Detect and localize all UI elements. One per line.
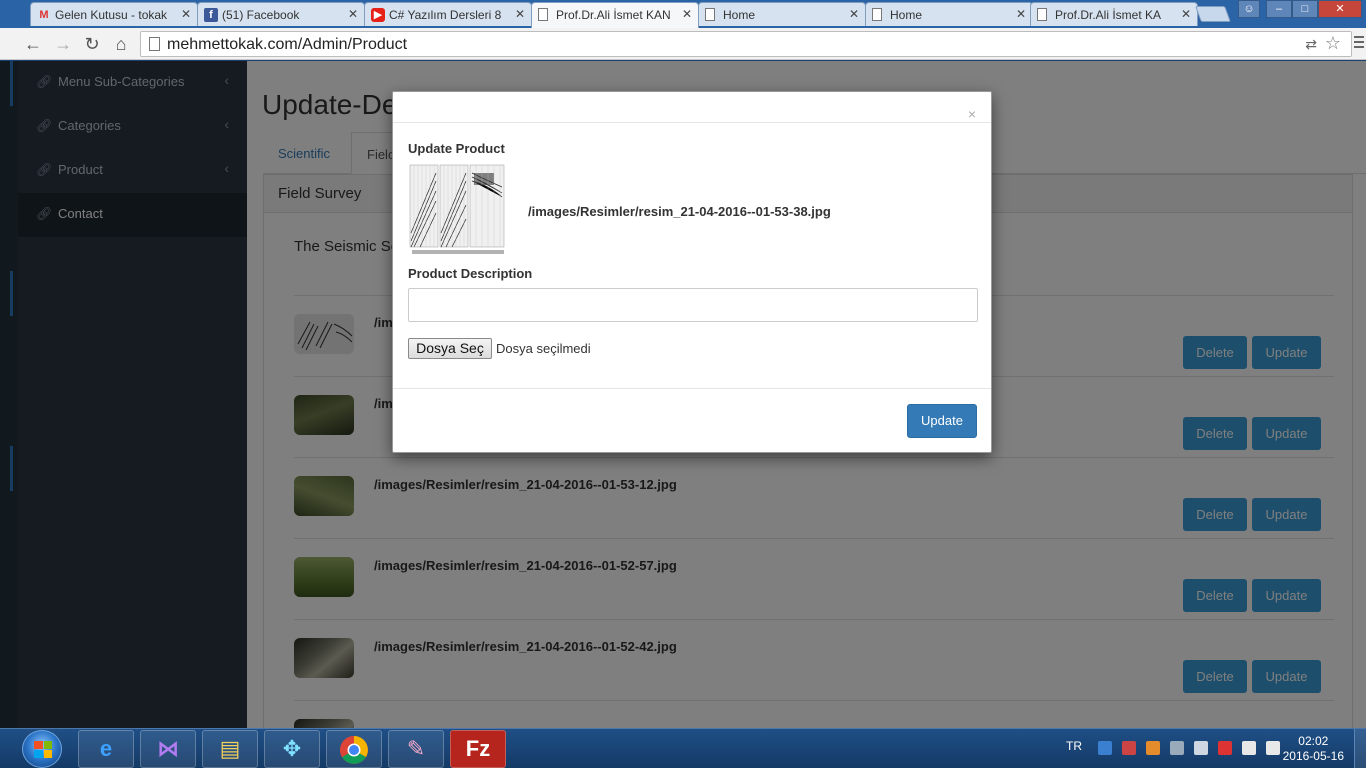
filezilla-icon[interactable]: Fz <box>450 730 506 768</box>
modal-title: Update Product <box>408 141 505 156</box>
url-text[interactable]: mehmettokak.com/Admin/Product <box>167 36 407 54</box>
file-status-text: Dosya seçilmedi <box>496 341 591 356</box>
browser-tab-home-2[interactable]: Home ✕ <box>865 2 1033 26</box>
product-image-preview <box>408 163 508 258</box>
tab-title: (51) Facebook <box>222 8 300 22</box>
close-icon[interactable]: ✕ <box>515 7 525 21</box>
tab-title: Prof.Dr.Ali İsmet KA <box>1055 8 1162 22</box>
show-desktop-button[interactable] <box>1354 729 1366 768</box>
bluetooth-icon[interactable] <box>1170 741 1184 755</box>
document-icon <box>872 8 882 21</box>
translate-icon[interactable]: ⇄ <box>1305 36 1317 53</box>
page-icon <box>149 37 160 51</box>
tab-title: Home <box>890 8 923 22</box>
document-icon <box>1037 8 1047 21</box>
chrome-logo <box>340 736 368 764</box>
network-icon[interactable] <box>1218 741 1232 755</box>
close-icon[interactable]: ✕ <box>181 7 191 21</box>
browser-tab-strip: M Gelen Kutusu - tokak ✕ f (51) Facebook… <box>0 0 1366 28</box>
visual-studio-icon[interactable]: ⋈ <box>140 730 196 768</box>
tab-title: Prof.Dr.Ali İsmet KAN <box>556 8 671 22</box>
update-product-modal: × Update Product /images/Resimler/resim_… <box>392 91 992 453</box>
seismic-record-image <box>408 163 508 258</box>
product-description-input[interactable] <box>408 288 978 322</box>
browser-tab-home[interactable]: Home ✕ <box>698 2 866 26</box>
new-tab-button[interactable] <box>1195 6 1231 22</box>
modal-body: Update Product /images/Resimler/resim_21… <box>393 123 991 389</box>
maximize-button[interactable]: □ <box>1292 0 1318 18</box>
window-controls: ☺ – □ ✕ <box>1238 0 1362 18</box>
menu-icon[interactable] <box>1354 36 1364 51</box>
network-app-icon[interactable]: ✥ <box>264 730 320 768</box>
tray-device-icon[interactable] <box>1194 741 1208 755</box>
browser-tab-gmail[interactable]: M Gelen Kutusu - tokak ✕ <box>30 2 198 26</box>
tab-title: Gelen Kutusu - tokak <box>55 8 168 22</box>
home-icon[interactable]: ⌂ <box>110 33 132 55</box>
close-icon[interactable]: ✕ <box>1181 7 1191 21</box>
product-description-label: Product Description <box>408 266 533 281</box>
system-clock[interactable]: 02:02 2016-05-16 <box>1283 734 1344 764</box>
forward-arrow-icon[interactable]: → <box>52 33 74 55</box>
facebook-icon: f <box>204 8 218 22</box>
clock-date: 2016-05-16 <box>1282 749 1344 763</box>
modal-header: × <box>393 92 991 123</box>
browser-tab-active[interactable]: Prof.Dr.Ali İsmet KAN ✕ <box>531 2 699 28</box>
close-icon[interactable]: ✕ <box>348 7 358 21</box>
browser-tab-facebook[interactable]: f (51) Facebook ✕ <box>197 2 365 26</box>
windows-logo-icon <box>34 741 52 758</box>
close-icon[interactable]: ✕ <box>849 7 859 21</box>
browser-toolbar: ← → ↻ ⌂ mehmettokak.com/Admin/Product ⇄ … <box>0 28 1366 60</box>
internet-explorer-icon[interactable]: e <box>78 730 134 768</box>
chrome-icon[interactable] <box>326 730 382 768</box>
tray-app-icon[interactable] <box>1146 741 1160 755</box>
address-bar[interactable]: mehmettokak.com/Admin/Product ⇄ ☆ <box>140 31 1352 57</box>
tray-app-icon[interactable] <box>1098 741 1112 755</box>
back-arrow-icon[interactable]: ← <box>22 33 44 55</box>
tray-tool-icon[interactable] <box>1122 741 1136 755</box>
browser-tab-prof-2[interactable]: Prof.Dr.Ali İsmet KA ✕ <box>1030 2 1198 26</box>
product-image-path: /images/Resimler/resim_21-04-2016--01-53… <box>528 204 831 219</box>
language-indicator[interactable]: TR <box>1066 739 1082 753</box>
close-icon[interactable]: × <box>968 107 976 121</box>
file-explorer-icon[interactable]: ▤ <box>202 730 258 768</box>
volume-icon[interactable] <box>1266 741 1280 755</box>
paint-icon[interactable]: ✎ <box>388 730 444 768</box>
browser-tab-youtube[interactable]: ▶ C# Yazılım Dersleri 8 ✕ <box>364 2 532 26</box>
clock-time: 02:02 <box>1298 734 1329 748</box>
choose-file-button[interactable]: Dosya Seç <box>408 338 492 359</box>
user-icon[interactable]: ☺ <box>1238 0 1260 18</box>
tab-title: C# Yazılım Dersleri 8 <box>389 8 502 22</box>
taskbar: e ⋈ ▤ ✥ ✎ Fz TR 02:02 2016-05-16 <box>0 728 1366 768</box>
document-icon <box>705 8 715 21</box>
tab-title: Home <box>723 8 756 22</box>
youtube-icon: ▶ <box>371 8 385 22</box>
start-button[interactable] <box>22 730 62 768</box>
close-window-button[interactable]: ✕ <box>1318 0 1362 18</box>
bookmark-star-icon[interactable]: ☆ <box>1325 33 1341 54</box>
close-icon[interactable]: ✕ <box>1016 7 1026 21</box>
reload-icon[interactable]: ↻ <box>81 33 103 55</box>
gmail-icon: M <box>39 9 49 21</box>
battery-icon[interactable] <box>1242 741 1256 755</box>
minimize-button[interactable]: – <box>1266 0 1292 18</box>
document-icon <box>538 8 548 21</box>
modal-update-button[interactable]: Update <box>907 404 977 438</box>
close-icon[interactable]: ✕ <box>682 7 692 21</box>
